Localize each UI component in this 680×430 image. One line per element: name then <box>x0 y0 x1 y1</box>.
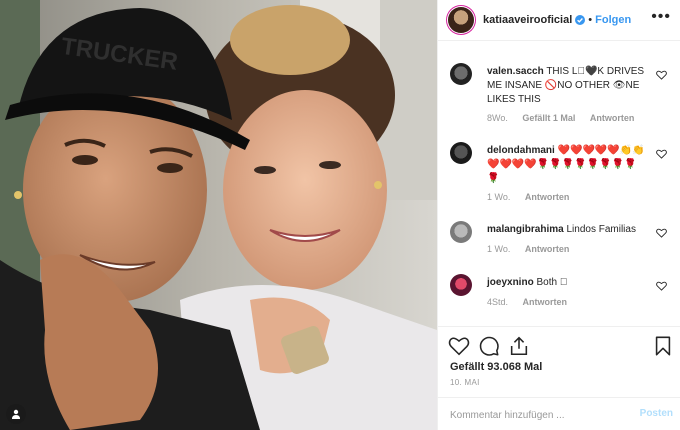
selfie-image: TRUCKER <box>0 0 437 430</box>
verified-badge-icon <box>575 15 586 25</box>
comment-icon[interactable] <box>478 335 500 357</box>
post-sidebar: katiaaveirooficial • Folgen ••• valen.sa… <box>437 0 680 430</box>
share-icon[interactable] <box>508 335 530 357</box>
more-options-icon[interactable]: ••• <box>651 9 671 25</box>
comment-composer: Posten <box>438 397 680 430</box>
commenter-avatar[interactable] <box>450 142 472 164</box>
comment-text-block: valen.sacch THIS L🏽🖤K DRIVES ME INSANE 🚫… <box>487 65 647 107</box>
comment-text-block: malangibrahima Lindos Familias <box>487 223 647 237</box>
comment-time[interactable]: 1 Wo. <box>487 244 510 254</box>
reply-button[interactable]: Antworten <box>590 113 635 123</box>
comment-meta: 1 Wo. Antworten <box>487 192 581 202</box>
heart-icon[interactable] <box>656 149 667 159</box>
heart-icon[interactable] <box>656 228 667 238</box>
post-photo[interactable]: TRUCKER <box>0 0 437 430</box>
commenter-avatar[interactable] <box>450 221 472 243</box>
author-avatar[interactable] <box>448 7 474 33</box>
bookmark-icon[interactable] <box>652 335 674 357</box>
heart-icon[interactable] <box>656 281 667 291</box>
user-tag-icon <box>12 409 20 419</box>
reply-button[interactable]: Antworten <box>523 297 568 307</box>
reply-button[interactable]: Antworten <box>525 192 570 202</box>
commenter-username[interactable]: delondahmani <box>487 145 555 156</box>
comment-text: Both 🏻 <box>536 277 568 288</box>
commenter-avatar[interactable] <box>450 63 472 85</box>
comment-likes[interactable]: Gefällt 1 Mal <box>522 113 575 123</box>
commenter-username[interactable]: valen.sacch <box>487 66 544 77</box>
commenter-avatar[interactable] <box>450 274 472 296</box>
comment-text-block: delondahmani ❤️❤️❤️❤️❤️👏👏❤️❤️❤️❤️🌹🌹🌹🌹🌹🌹🌹… <box>487 144 647 186</box>
comment-time[interactable]: 1 Wo. <box>487 192 510 202</box>
heart-icon[interactable] <box>656 70 667 80</box>
comment-meta: 4Std. Antworten <box>487 297 579 307</box>
heart-icon[interactable] <box>448 335 470 357</box>
comment-text: Lindos Familias <box>566 224 636 235</box>
post-header: katiaaveirooficial • Folgen ••• <box>438 0 680 41</box>
instagram-post: TRUCKER katiaaveirooficial • Folgen ••• … <box>0 0 680 430</box>
follow-button[interactable]: Folgen <box>595 14 631 26</box>
commenter-username[interactable]: malangibrahima <box>487 224 564 235</box>
comment-meta: 1 Wo. Antworten <box>487 244 581 254</box>
post-date[interactable]: 10. MAI <box>450 378 480 387</box>
user-tag-button[interactable] <box>6 404 26 424</box>
commenter-username[interactable]: joeyxnino <box>487 277 534 288</box>
comment-time[interactable]: 4Std. <box>487 297 508 307</box>
likes-count[interactable]: Gefällt 93.068 Mal <box>450 361 542 373</box>
comment-text-block: joeyxnino Both 🏻 <box>487 276 647 290</box>
reply-button[interactable]: Antworten <box>525 244 570 254</box>
post-comment-button[interactable]: Posten <box>640 408 673 419</box>
comment-time[interactable]: 8Wo. <box>487 113 508 123</box>
comment-input[interactable] <box>448 404 632 426</box>
author-username[interactable]: katiaaveirooficial <box>483 14 572 26</box>
comment-meta: 8Wo. Gefällt 1 Mal Antworten <box>487 113 646 123</box>
separator-dot: • <box>588 14 593 26</box>
